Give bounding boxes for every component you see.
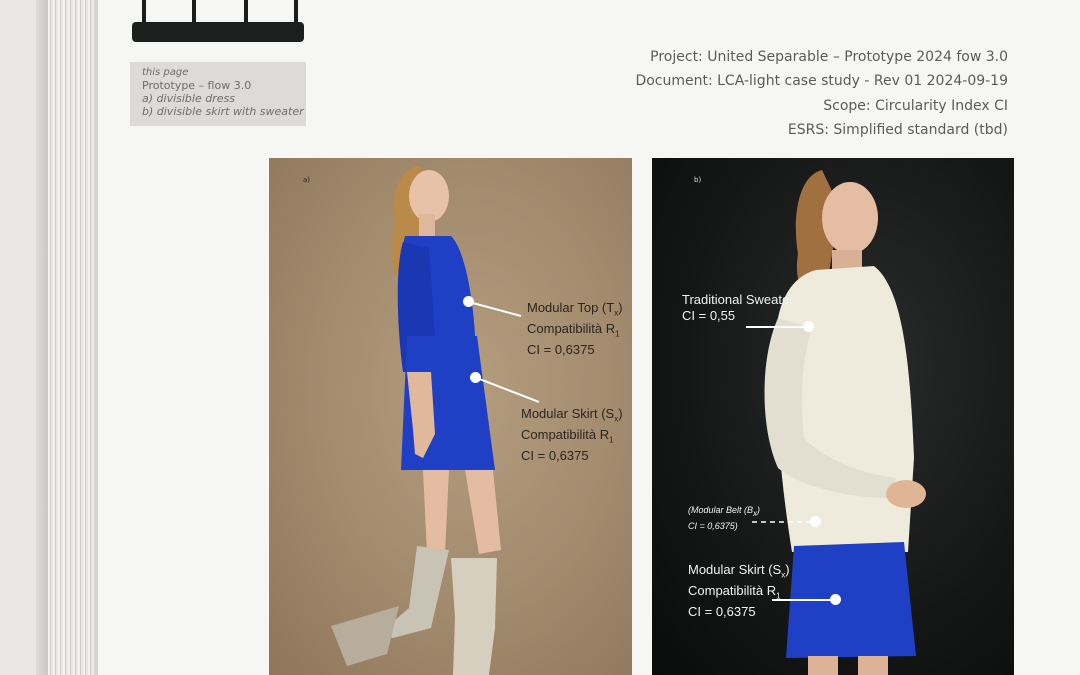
meta-esrs: ESRS: Simplified standard (tbd)	[787, 121, 1008, 138]
binder-edge	[0, 0, 100, 675]
label-skirt-b-ci: CI = 0,6375	[688, 604, 756, 620]
page-stack-edges	[48, 0, 94, 675]
label-skirt-a-name: Modular Skirt (S	[521, 406, 615, 421]
label-modular-belt: (Modular Belt (Bx) CI = 0,6375)	[688, 505, 761, 531]
label-skirt-a-compat-sub: 1	[609, 435, 614, 445]
label-skirt-a-compat: Compatibilità R	[521, 427, 610, 443]
callout-dot-skirt-b	[830, 594, 841, 605]
label-skirt-b-sub: x	[781, 570, 786, 580]
document-meta: Project: United Separable – Prototype 20…	[635, 45, 1008, 142]
label-skirt-b-compat-sub: 1	[776, 591, 781, 601]
label-skirt-a-ci: CI = 0,6375	[521, 448, 589, 464]
note-line2: a) divisible dress	[142, 92, 235, 105]
callout-dot-skirt	[470, 372, 481, 383]
note-line3: b) divisible skirt with sweater	[142, 105, 304, 118]
page-note: this page Prototype – flow 3.0 a) divisi…	[130, 62, 306, 126]
callout-dot-belt	[810, 516, 821, 527]
photo-skirt-with-sweater: b) Traditional Sweater CI = 0,55 (Modula…	[652, 158, 1014, 675]
label-modular-skirt-a: Modular Skirt (Sx) Compatibilità R1 CI =…	[521, 406, 623, 464]
label-top-ci: CI = 0,6375	[527, 342, 595, 358]
clip-bar	[132, 22, 304, 42]
label-belt-sub: x	[753, 508, 758, 518]
note-line1: Prototype – flow 3.0	[142, 79, 252, 92]
label-skirt-b-compat: Compatibilità R	[688, 583, 777, 599]
label-top-name: Modular Top (T	[527, 300, 615, 315]
note-kicker: this page	[142, 67, 189, 78]
meta-scope: Scope: Circularity Index CI	[823, 97, 1008, 114]
page-stack-shadow	[36, 0, 48, 675]
label-belt-ci: CI = 0,6375)	[688, 520, 738, 531]
meta-project: Project: United Separable – Prototype 20…	[650, 49, 1008, 65]
meta-document: Document: LCA-light case study - Rev 01 …	[635, 73, 1008, 90]
label-skirt-a-sub: x	[614, 414, 619, 424]
label-skirt-b-name: Modular Skirt (S	[688, 562, 782, 577]
label-top-compat: Compatibilità R	[527, 321, 616, 337]
photo-divisible-dress: a) Modular Top (Tx) Compatibilità R1 CI …	[269, 158, 632, 675]
label-modular-skirt-b: Modular Skirt (Sx) Compatibilità R1 CI =…	[688, 562, 790, 620]
label-top-sub: x	[614, 308, 619, 318]
callout-dot-sweater	[803, 321, 814, 332]
label-modular-top: Modular Top (Tx) Compatibilità R1 CI = 0…	[527, 300, 623, 358]
label-top-compat-sub: 1	[615, 329, 620, 339]
label-sweater-ci: CI = 0,55	[682, 307, 736, 323]
callout-dot-top	[463, 296, 474, 307]
label-belt-name: Modular Belt (B	[691, 505, 754, 515]
label-traditional-sweater: Traditional Sweater CI = 0,55	[682, 292, 794, 323]
binder-clip-icon	[132, 0, 304, 46]
label-sweater-name: Traditional Sweater	[682, 292, 794, 307]
